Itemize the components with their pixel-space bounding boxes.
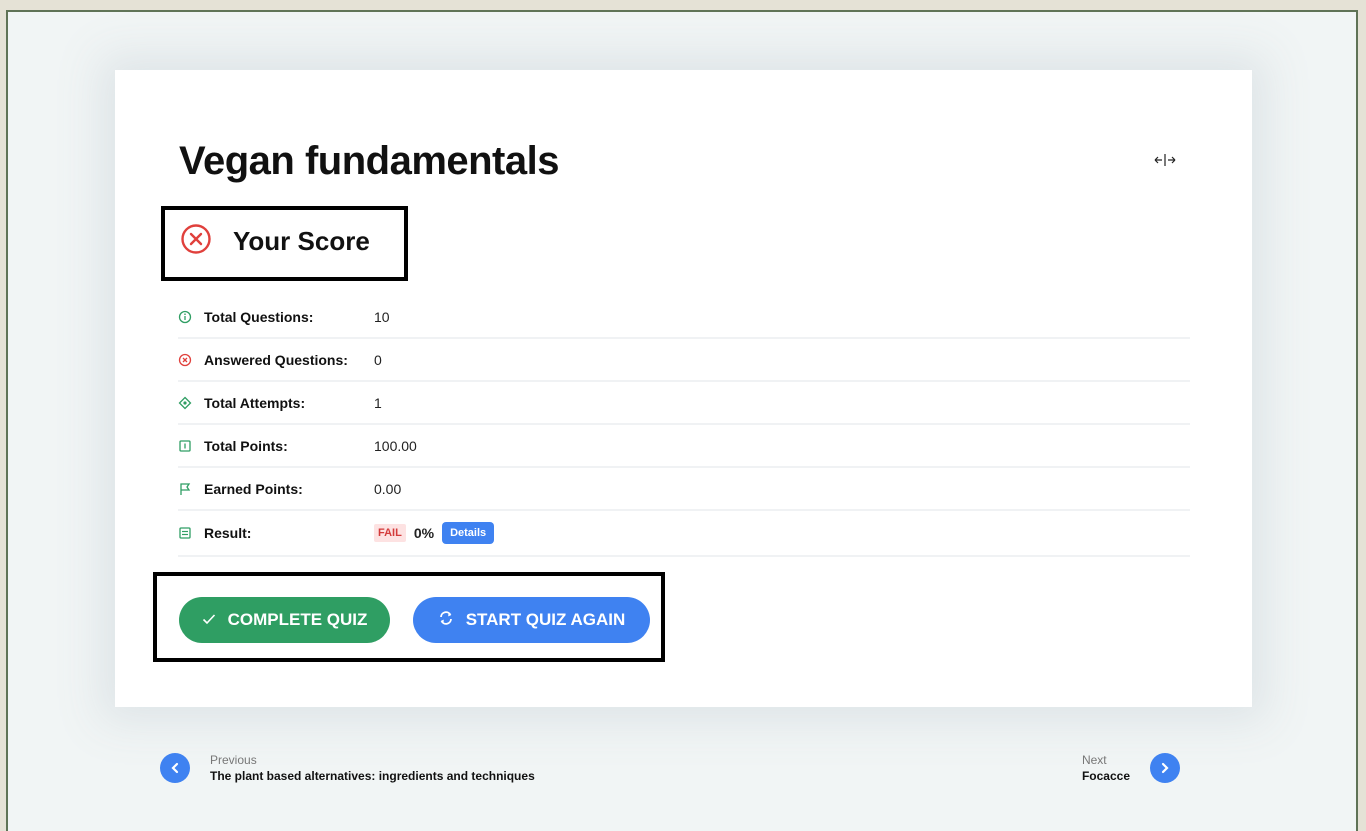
expand-width-icon[interactable] [1152,150,1178,170]
score-table: Total Questions: 10 Answered Questions: … [178,296,1190,557]
start-quiz-again-button[interactable]: START QUIZ AGAIN [413,597,650,643]
start-quiz-again-label: START QUIZ AGAIN [465,610,626,629]
previous-label: Previous [210,753,257,767]
score-heading: Your Score [180,223,370,259]
row-value: 0.00 [374,480,402,497]
check-icon [202,610,216,630]
target-icon [178,396,204,410]
row-value: 100.00 [374,437,417,454]
next-lesson-link[interactable]: Next Focacce [1082,752,1180,784]
details-button[interactable]: Details [442,522,495,544]
table-row: Earned Points: 0.00 [178,468,1190,511]
score-heading-label: Your Score [233,225,370,256]
row-label: Earned Points: [204,480,303,497]
next-lesson-title[interactable]: Focacce [1082,768,1130,784]
table-row: Answered Questions: 0 [178,339,1190,382]
flag-icon [178,482,204,496]
refresh-icon [438,610,454,631]
previous-lesson-title[interactable]: The plant based alternatives: ingredient… [210,768,535,784]
row-label: Total Questions: [204,308,314,325]
next-label: Next [1081,753,1107,767]
row-value: 1 [374,394,382,411]
complete-quiz-label: COMPLETE QUIZ [227,610,368,629]
previous-lesson-text: Previous The plant based alternatives: i… [210,752,535,784]
row-label: Total Points: [204,437,288,454]
next-lesson-text: Next Focacce [1082,752,1130,784]
page-title: Vegan fundamentals [179,139,559,183]
x-circle-icon [178,353,204,367]
row-label: Result: [204,525,252,541]
fail-badge: FAIL [374,524,406,542]
info-circle-icon [178,310,204,324]
chevron-left-icon[interactable] [160,753,190,783]
row-value: 0 [374,351,382,368]
table-row: Total Points: 100.00 [178,425,1190,468]
result-icon [178,526,204,540]
fail-circle-icon [180,223,212,260]
result-percent: 0% [413,525,435,541]
table-row: Result: FAIL 0% Details [178,511,1190,557]
points-icon [178,439,204,453]
result-value: FAIL 0% Details [374,522,495,544]
chevron-right-icon[interactable] [1150,753,1180,783]
table-row: Total Questions: 10 [178,296,1190,339]
row-label: Total Attempts: [204,394,306,411]
table-row: Total Attempts: 1 [178,382,1190,425]
row-value: 10 [374,308,390,325]
complete-quiz-button[interactable]: COMPLETE QUIZ [179,597,390,643]
row-label: Answered Questions: [204,351,348,368]
previous-lesson-link[interactable]: Previous The plant based alternatives: i… [160,752,535,784]
